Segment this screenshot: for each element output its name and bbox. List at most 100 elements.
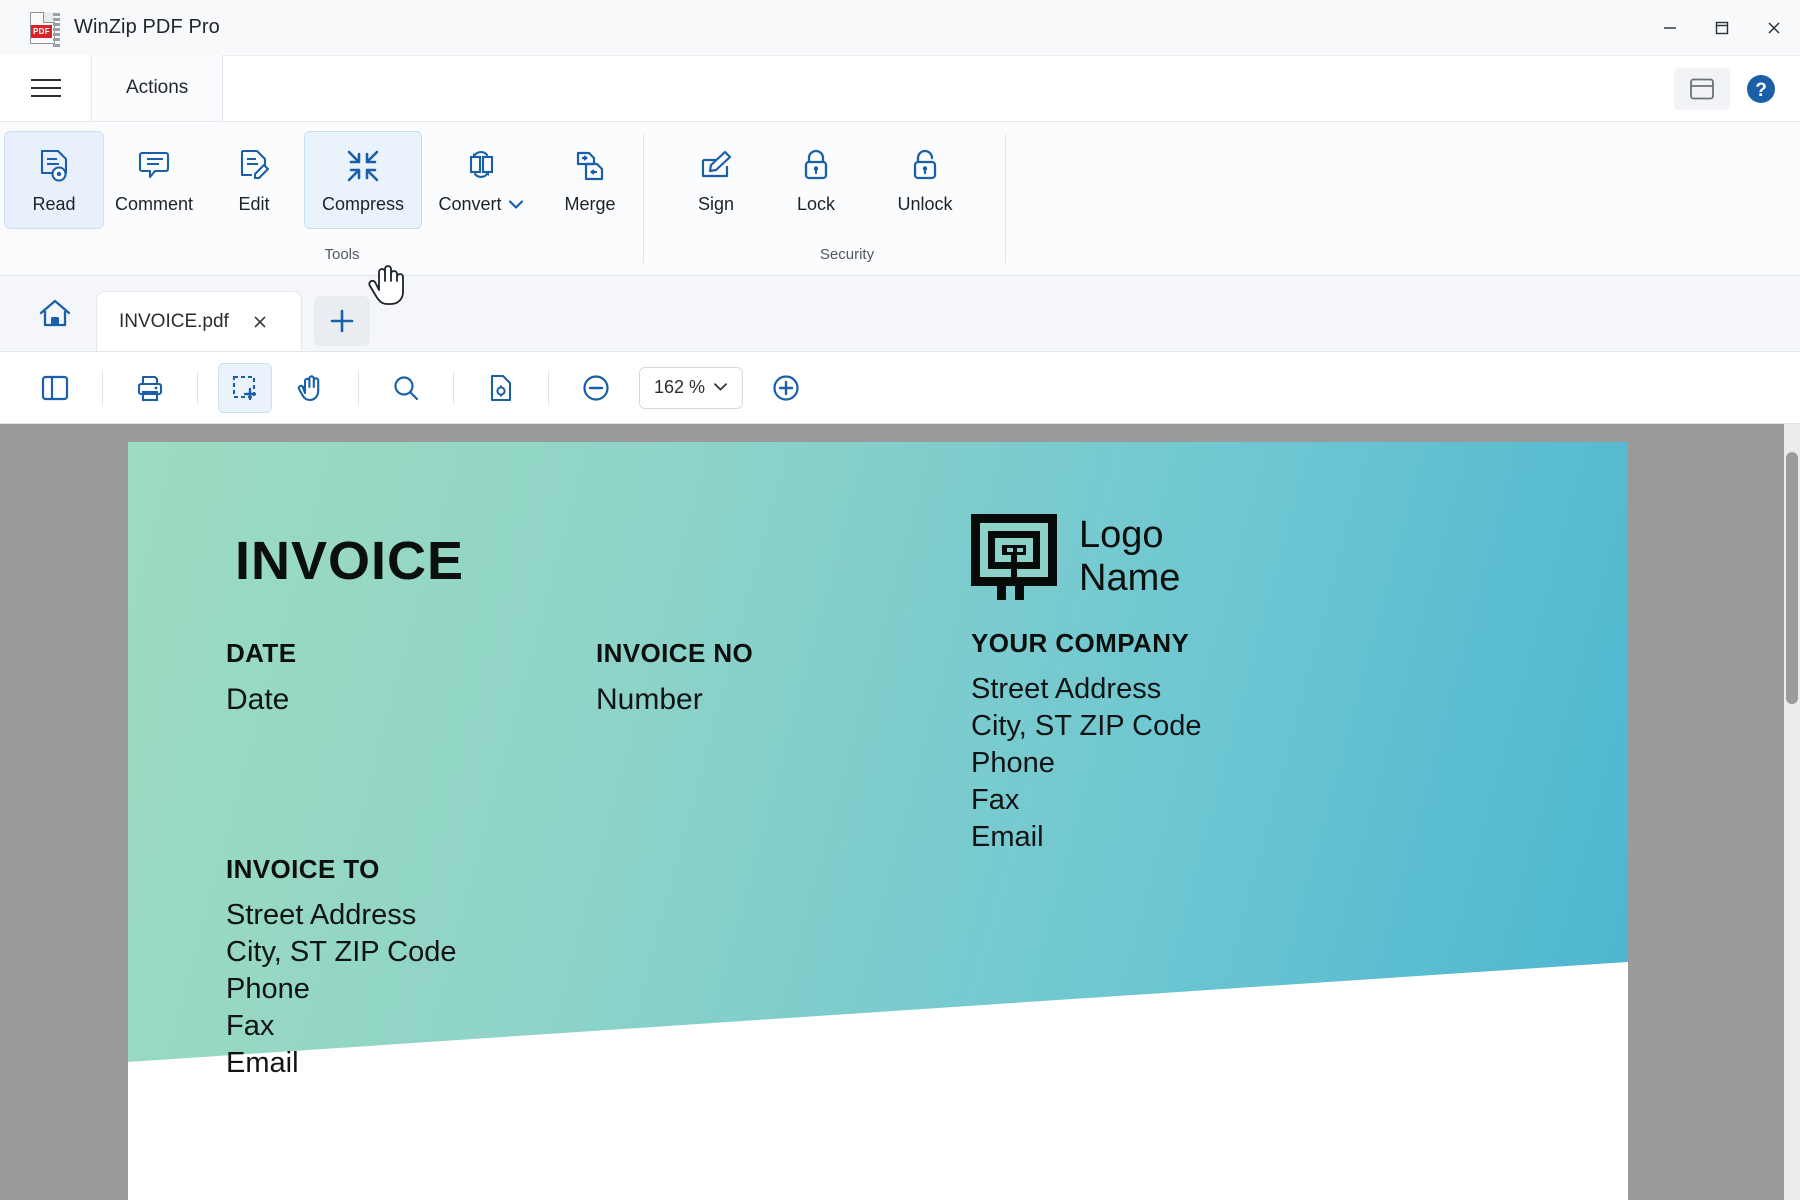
invoice-to-line: Fax (226, 1008, 456, 1045)
application-window: PDF WinZip PDF Pro Actions (0, 0, 1800, 1200)
zoom-level-value: 162 % (654, 377, 705, 398)
ribbon-button-edit-label: Edit (238, 194, 269, 215)
ribbon-button-unlock-label: Unlock (897, 194, 952, 215)
svg-text:?: ? (1755, 80, 1767, 101)
ribbon-button-lock[interactable]: Lock (766, 131, 866, 229)
chevron-down-icon (508, 194, 524, 215)
invoice-to-line: City, ST ZIP Code (226, 934, 456, 971)
ribbon-button-convert[interactable]: Convert (422, 131, 540, 229)
ribbon-button-convert-label: Convert (438, 194, 523, 215)
compress-arrows-icon (346, 148, 380, 184)
chevron-down-icon (713, 379, 728, 397)
toolbar-divider (102, 371, 103, 405)
app-title: WinZip PDF Pro (74, 16, 220, 39)
ribbon-button-comment-label: Comment (115, 194, 193, 215)
ribbon-button-merge-label: Merge (564, 194, 615, 215)
ribbon-right-buttons: ? (1674, 56, 1778, 122)
search-icon[interactable] (379, 363, 433, 413)
window-controls (1644, 0, 1800, 56)
vertical-scrollbar[interactable] (1784, 424, 1800, 1200)
ribbon-button-sign-label: Sign (698, 194, 734, 215)
ribbon-toolbar: Read Comment (0, 122, 1800, 276)
ribbon-button-compress-label: Compress (322, 194, 404, 215)
ribbon-button-unlock[interactable]: Unlock (866, 131, 984, 229)
sign-pen-icon (699, 148, 733, 184)
ribbon-button-lock-label: Lock (797, 194, 835, 215)
close-icon[interactable] (1748, 0, 1800, 56)
convert-icon (464, 148, 498, 184)
minimize-icon[interactable] (1644, 0, 1696, 56)
your-company-line: Street Address (971, 671, 1201, 708)
scrollbar-thumb[interactable] (1786, 452, 1798, 704)
title-bar-left: PDF WinZip PDF Pro (0, 12, 220, 44)
toolbar-divider (358, 371, 359, 405)
maximize-icon[interactable] (1696, 0, 1748, 56)
invoice-to-heading: INVOICE TO (226, 854, 456, 885)
concentric-square-maze-logo-icon (971, 514, 1057, 600)
ribbon-button-convert-text: Convert (438, 194, 501, 215)
your-company-line: Fax (971, 782, 1201, 819)
unlock-icon (910, 148, 940, 184)
print-icon[interactable] (123, 363, 177, 413)
title-bar: PDF WinZip PDF Pro (0, 0, 1800, 56)
invoice-to-line: Phone (226, 971, 456, 1008)
sidebar-toggle-icon[interactable] (28, 363, 82, 413)
home-icon[interactable] (26, 281, 84, 347)
logo-text: Logo Name (1079, 514, 1180, 599)
pdf-document-icon: PDF (30, 12, 60, 44)
ribbon-group-tools: Read Comment (0, 122, 644, 275)
your-company-block: YOUR COMPANY Street Address City, ST ZIP… (971, 628, 1201, 857)
date-block: DATE Date (226, 638, 296, 719)
zoom-out-icon[interactable] (569, 363, 623, 413)
ribbon-group-security-label: Security (666, 246, 1028, 263)
close-tab-icon[interactable] (245, 307, 275, 337)
zoom-in-icon[interactable] (759, 363, 813, 413)
ribbon-tab-strip: Actions ? (0, 56, 1800, 122)
ribbon-button-read-label: Read (32, 194, 75, 215)
page-properties-icon[interactable] (474, 363, 528, 413)
your-company-heading: YOUR COMPANY (971, 628, 1201, 659)
comment-bubble-icon (137, 148, 171, 184)
ribbon-button-sign[interactable]: Sign (666, 131, 766, 229)
logo-line-1: Logo (1079, 514, 1180, 557)
new-tab-plus-icon[interactable] (314, 296, 370, 346)
ribbon-group-tools-label: Tools (0, 246, 644, 263)
company-logo: Logo Name (971, 514, 1180, 600)
edit-document-icon (237, 148, 271, 184)
invoice-no-block: INVOICE NO Number (596, 638, 753, 719)
ribbon-button-edit[interactable]: Edit (204, 131, 304, 229)
layout-panel-icon[interactable] (1674, 68, 1730, 110)
invoice-heading: INVOICE (235, 530, 464, 592)
your-company-line: City, ST ZIP Code (971, 708, 1201, 745)
view-toolbar: 162 % (0, 352, 1800, 424)
date-heading: DATE (226, 638, 296, 669)
invoice-to-block: INVOICE TO Street Address City, ST ZIP C… (226, 854, 456, 1083)
document-viewer[interactable]: INVOICE Logo Name (0, 424, 1800, 1200)
help-icon[interactable]: ? (1744, 72, 1778, 106)
select-area-icon[interactable] (218, 363, 272, 413)
document-tab-invoice[interactable]: INVOICE.pdf (96, 291, 302, 351)
toolbar-divider (453, 371, 454, 405)
pdf-badge-label: PDF (31, 25, 52, 38)
ribbon-button-merge[interactable]: Merge (540, 131, 640, 229)
zoom-level-dropdown[interactable]: 162 % (639, 367, 743, 409)
merge-documents-icon (573, 148, 607, 184)
logo-line-2: Name (1079, 557, 1180, 600)
tab-actions[interactable]: Actions (92, 55, 223, 121)
invoice-no-value: Number (596, 681, 753, 719)
toolbar-divider (548, 371, 549, 405)
ribbon-button-comment[interactable]: Comment (104, 131, 204, 229)
tab-actions-label: Actions (126, 77, 188, 99)
hamburger-menu-icon[interactable] (0, 55, 92, 121)
ribbon-button-compress[interactable]: Compress (304, 131, 422, 229)
invoice-to-line: Street Address (226, 897, 456, 934)
pdf-page: INVOICE Logo Name (128, 442, 1628, 1200)
invoice-to-line: Email (226, 1045, 456, 1082)
document-tab-label: INVOICE.pdf (119, 311, 229, 333)
pan-hand-icon[interactable] (284, 363, 338, 413)
ribbon-button-read[interactable]: Read (4, 131, 104, 229)
your-company-line: Phone (971, 745, 1201, 782)
your-company-line: Email (971, 819, 1201, 856)
invoice-no-heading: INVOICE NO (596, 638, 753, 669)
document-tab-bar: INVOICE.pdf (0, 276, 1800, 352)
